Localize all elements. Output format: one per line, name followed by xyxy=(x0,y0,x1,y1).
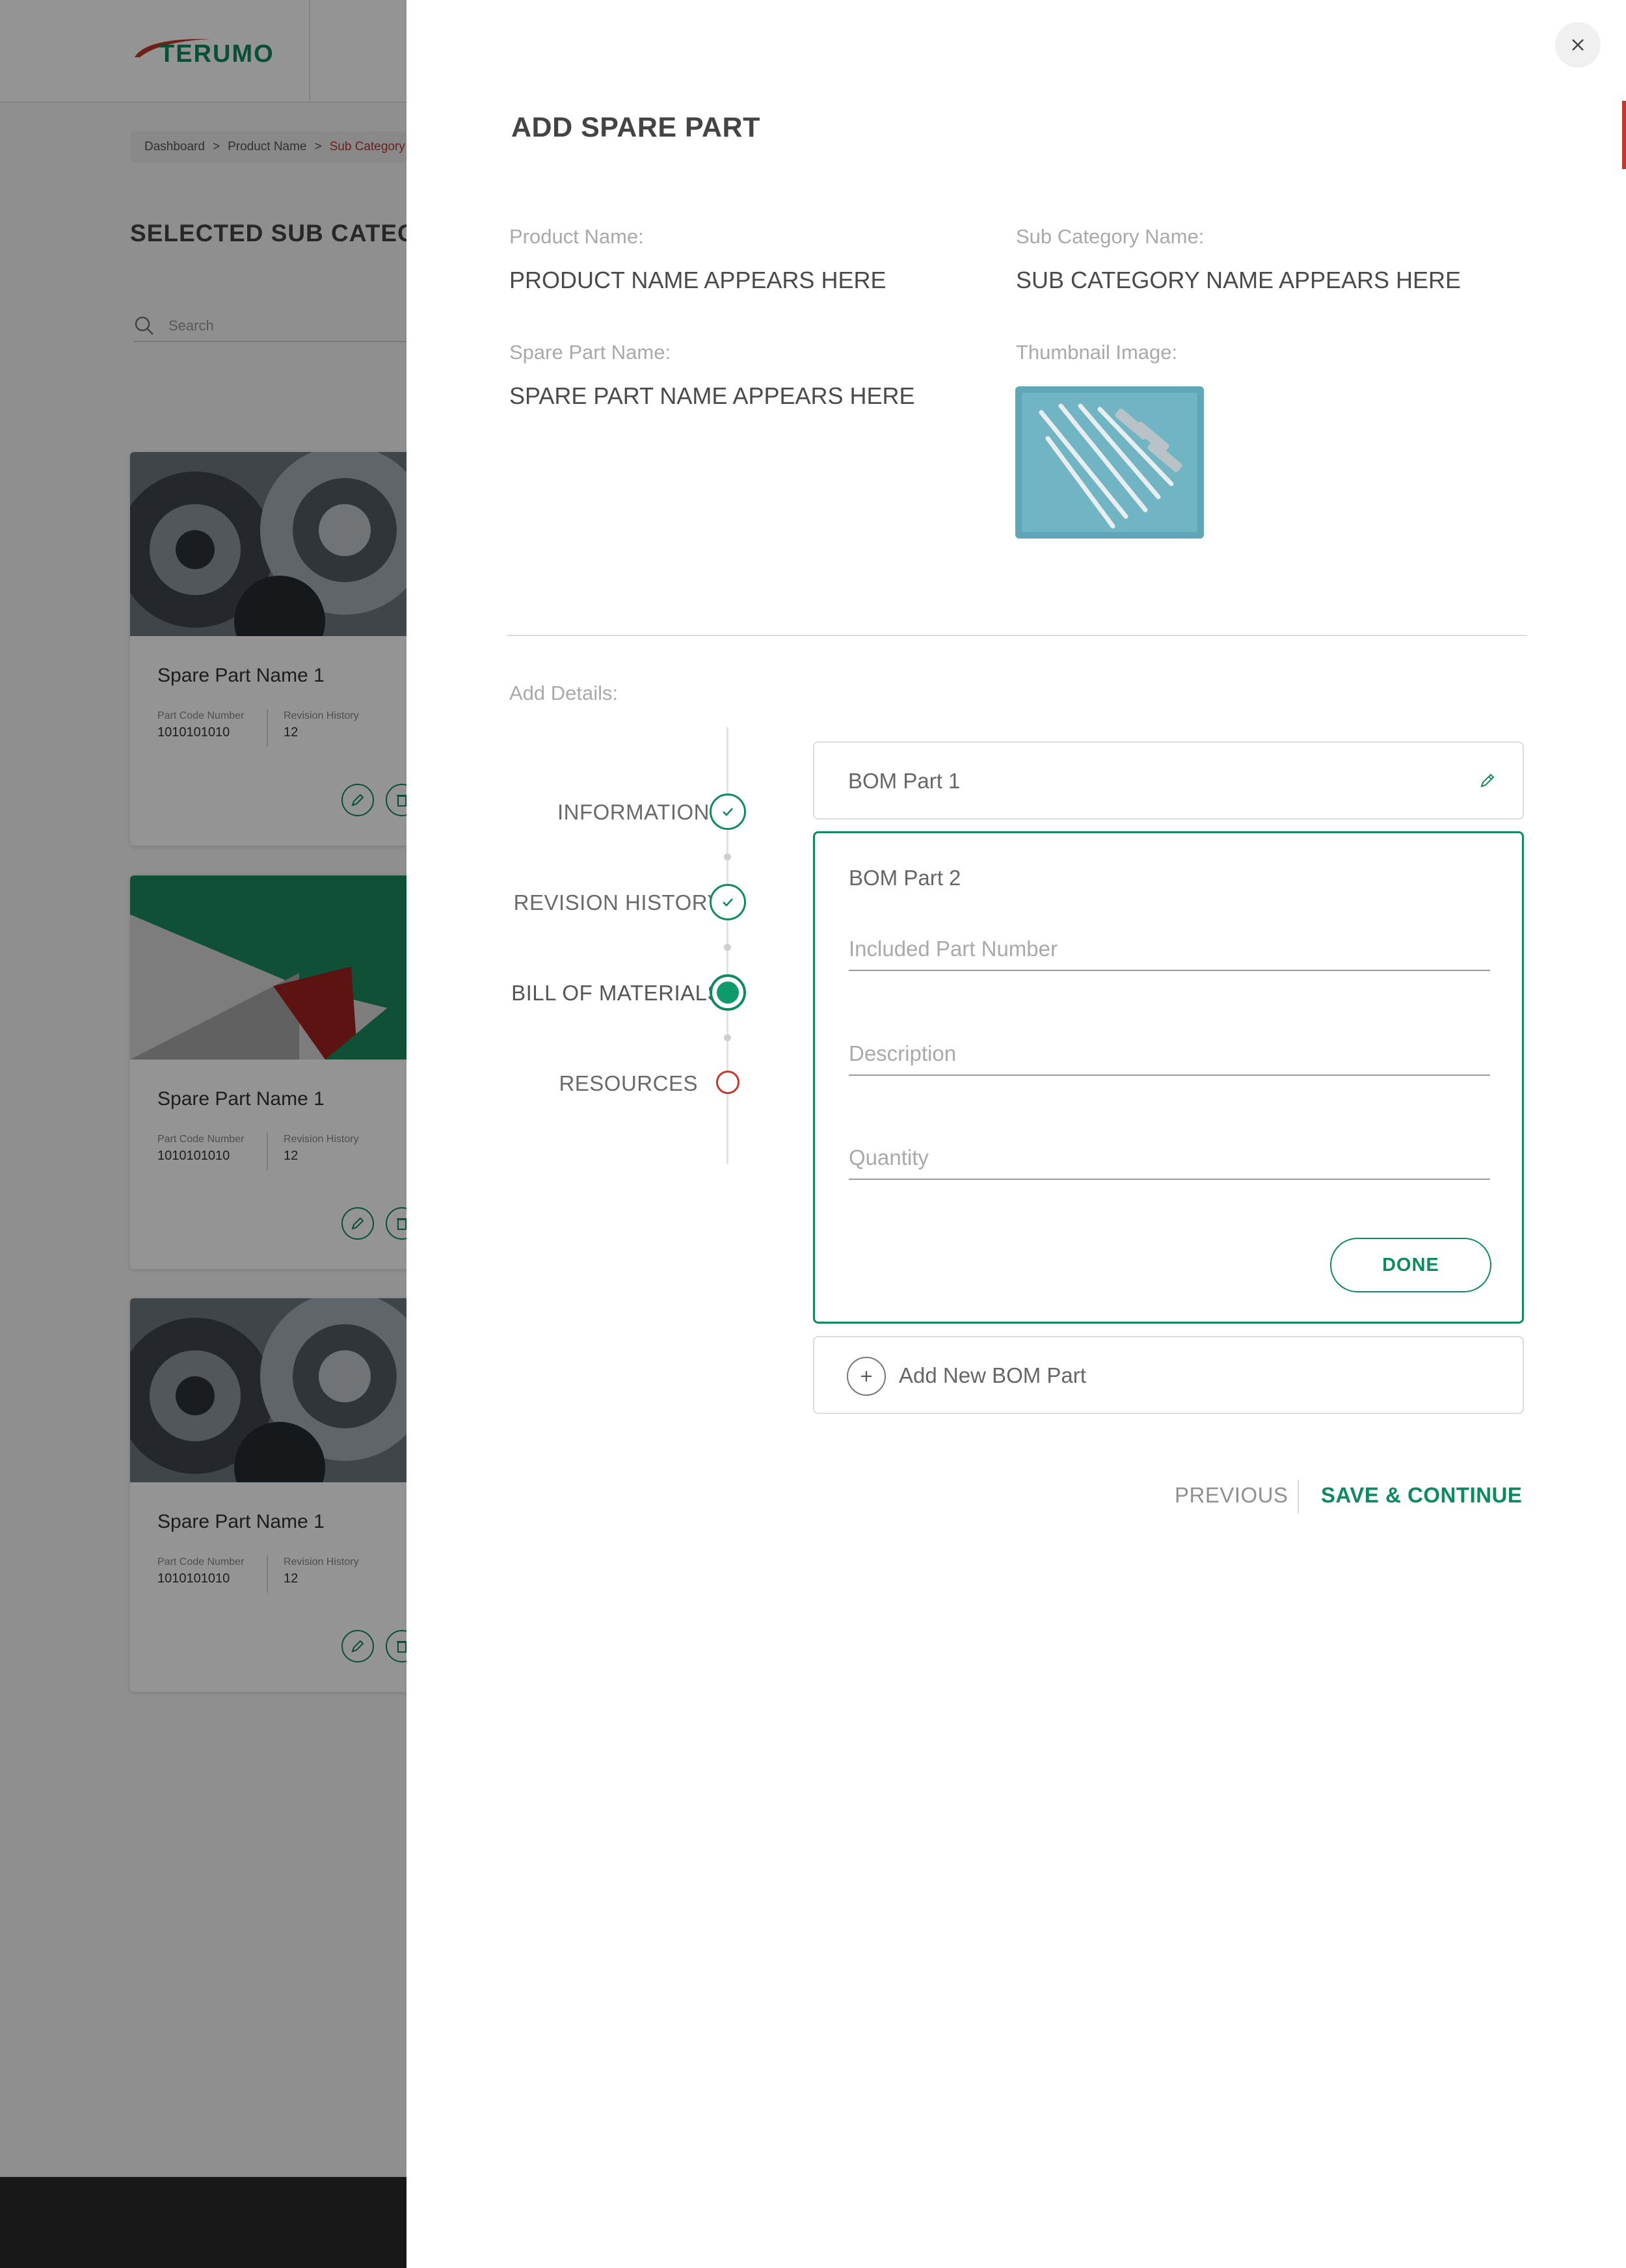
thumbnail-image[interactable] xyxy=(1015,386,1204,539)
description-input[interactable] xyxy=(849,1033,1490,1076)
step-information-check[interactable] xyxy=(710,794,746,830)
bom-part-title: BOM Part 2 xyxy=(849,866,961,890)
check-icon xyxy=(723,898,733,907)
footer-divider xyxy=(1298,1480,1299,1514)
bom-part-editor: BOM Part 2 DONE xyxy=(813,831,1524,1324)
close-button[interactable] xyxy=(1555,22,1601,68)
accent-marker xyxy=(1622,101,1626,169)
section-divider xyxy=(507,635,1527,636)
step-bill-of-materials-label[interactable]: BILL OF MATERIALS xyxy=(511,981,722,1006)
plus-icon xyxy=(847,1357,886,1396)
add-new-bom-part-label: Add New BOM Part xyxy=(899,1363,1086,1387)
step-revision-history-label[interactable]: REVISION HISTORY xyxy=(514,890,722,915)
step-resources-label[interactable]: RESOURCES xyxy=(559,1071,698,1096)
add-details-label: Add Details: xyxy=(509,682,619,704)
add-spare-part-drawer: ADD SPARE PART Product Name: PRODUCT NAM… xyxy=(406,0,1626,2268)
current-step-dot xyxy=(717,981,739,1004)
add-new-bom-part-button[interactable]: Add New BOM Part xyxy=(813,1336,1524,1414)
step-revision-history-check[interactable] xyxy=(710,884,746,920)
step-resources-indicator[interactable] xyxy=(716,1071,740,1094)
save-continue-button[interactable]: SAVE & CONTINUE xyxy=(1321,1483,1522,1508)
step-information-label[interactable]: INFORMATION xyxy=(557,800,710,825)
bom-part-title: BOM Part 1 xyxy=(848,769,961,793)
stepper-dot xyxy=(724,853,731,861)
check-icon xyxy=(723,808,733,816)
drawer-title: ADD SPARE PART xyxy=(511,112,760,143)
quantity-input[interactable] xyxy=(849,1137,1490,1180)
thumbnail-label: Thumbnail Image: xyxy=(1016,341,1178,364)
spare-part-name-value: SPARE PART NAME APPEARS HERE xyxy=(509,382,915,409)
close-icon xyxy=(1572,39,1584,51)
sub-category-label: Sub Category Name: xyxy=(1016,225,1205,248)
done-button[interactable]: DONE xyxy=(1330,1238,1491,1292)
step-bill-of-materials-indicator[interactable] xyxy=(710,974,746,1011)
product-name-label: Product Name: xyxy=(509,225,644,248)
included-part-number-input[interactable] xyxy=(849,928,1490,971)
sub-category-value: SUB CATEGORY NAME APPEARS HERE xyxy=(1016,267,1461,293)
stepper-dot xyxy=(724,944,731,951)
product-name-value: PRODUCT NAME APPEARS HERE xyxy=(509,267,886,293)
bom-part-collapsed[interactable]: BOM Part 1 xyxy=(813,741,1524,820)
previous-button[interactable]: PREVIOUS xyxy=(1175,1483,1288,1508)
stepper-dot xyxy=(724,1034,731,1041)
spare-part-name-label: Spare Part Name: xyxy=(509,341,671,364)
pencil-icon[interactable] xyxy=(1477,770,1498,791)
